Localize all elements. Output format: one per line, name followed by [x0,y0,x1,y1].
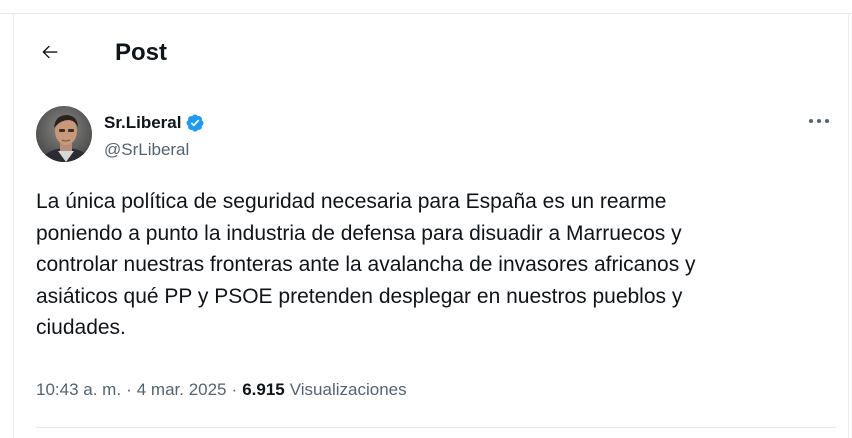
page-title: Post [115,39,168,66]
views-count: 6.915 [242,380,285,399]
profile-photo [36,106,92,162]
arrow-left-icon [42,45,58,59]
avatar[interactable] [36,106,92,162]
bottom-divider [36,427,836,428]
more-options-button[interactable] [802,108,836,134]
author-handle[interactable]: @SrLiberal [104,139,189,161]
tweet-meta: 10:43 a. m. · 4 mar. 2025 · 6.915 Visual… [36,378,407,402]
tweet-time[interactable]: 10:43 a. m. [36,380,121,400]
tweet-date[interactable]: 4 mar. 2025 [137,380,227,400]
more-horizontal-icon [809,119,829,123]
meta-separator: · [231,380,238,399]
post-page: Post Sr.Liberal @SrLiberal La única polí… [0,0,852,438]
views-label: Visualizaciones [289,380,407,399]
tweet-text: La única política de seguridad necesaria… [36,190,696,339]
author-name-row: Sr.Liberal [104,110,205,136]
post-header: Post [14,22,848,82]
top-divider [0,13,852,14]
verified-badge-icon[interactable] [185,113,205,133]
right-column-border [848,14,849,438]
meta-separator: · [126,380,132,399]
author-display-name[interactable]: Sr.Liberal [104,112,181,134]
back-button[interactable] [32,34,68,70]
